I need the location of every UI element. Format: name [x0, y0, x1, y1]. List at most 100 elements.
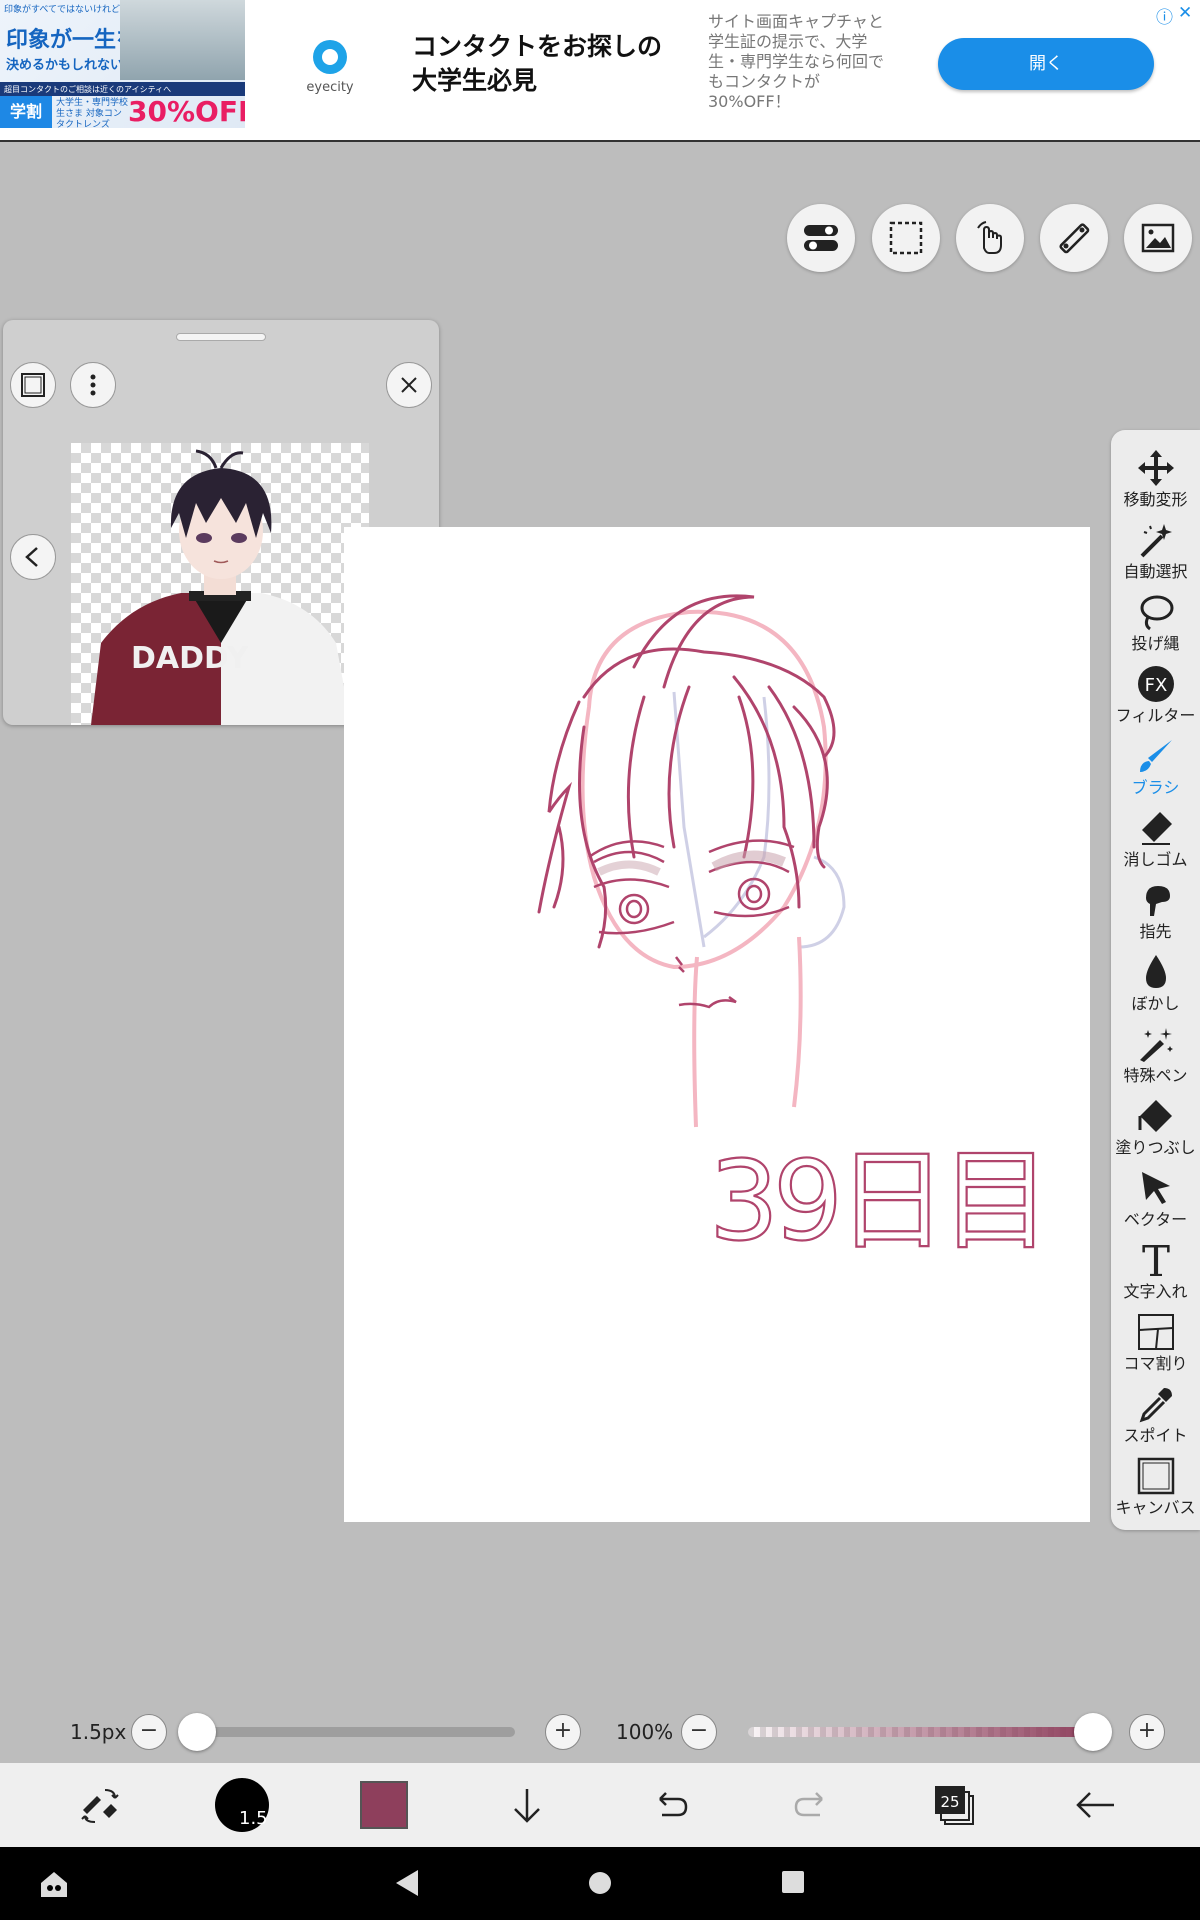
- brush-size-badge: 1.5: [239, 1808, 268, 1829]
- close-icon: [401, 377, 417, 393]
- opacity-track[interactable]: [748, 1727, 1093, 1737]
- pen-eraser-swap-button[interactable]: [70, 1775, 130, 1835]
- hand-tool-button[interactable]: [956, 204, 1024, 272]
- tool-canvas[interactable]: キャンバス: [1111, 1454, 1200, 1526]
- tool-label: 自動選択: [1123, 562, 1188, 581]
- arrow-left-icon: [1076, 1792, 1114, 1818]
- nav-home-icon[interactable]: [584, 1867, 616, 1899]
- brush-size-slider-row: 1.5px − +: [0, 1712, 600, 1752]
- ruler-button[interactable]: [1040, 204, 1108, 272]
- ad-headline: コンタクトをお探しの大学生必見: [412, 32, 663, 95]
- tool-eraser[interactable]: 消しゴム: [1111, 806, 1200, 878]
- eraser-icon: [1141, 812, 1172, 845]
- tool-vector[interactable]: ベクター: [1111, 1166, 1200, 1238]
- brush-size-minus-button[interactable]: −: [131, 1714, 167, 1750]
- pen-eraser-swap-icon: [81, 1789, 119, 1823]
- nav-recents-icon[interactable]: [778, 1867, 808, 1897]
- opacity-thumb[interactable]: [1074, 1713, 1112, 1751]
- nav-back-icon[interactable]: [392, 1867, 422, 1899]
- tool-sidebar: 移動変形 自動選択 投げ縄 FX フィルター ブラシ 消しゴム 指先 ぼかし 特…: [1111, 430, 1200, 1530]
- toggle-settings-button[interactable]: [787, 204, 855, 272]
- ad-info-icon[interactable]: ⓘ: [1156, 3, 1173, 28]
- ad-banner[interactable]: 印象がすべてではないけれど 印象が一生を 決めるかもしれない日に 超目コンタクト…: [0, 0, 1200, 142]
- opacity-value: 100%: [616, 1720, 674, 1744]
- tool-eyedropper[interactable]: スポイト: [1111, 1382, 1200, 1454]
- tool-fill[interactable]: 塗りつぶし: [1111, 1094, 1200, 1166]
- tool-label: ぼかし: [1131, 994, 1180, 1013]
- ad-close-icon[interactable]: ✕: [1178, 3, 1192, 23]
- tool-label: 消しゴム: [1123, 850, 1188, 869]
- tool-text[interactable]: T 文字入れ: [1111, 1238, 1200, 1310]
- tool-label: 投げ縄: [1131, 634, 1180, 653]
- special-pen-icon: [1139, 1028, 1173, 1062]
- tool-special-pen[interactable]: 特殊ペン: [1111, 1022, 1200, 1094]
- layers-icon: 25: [935, 1786, 974, 1825]
- tool-panel-divide[interactable]: コマ割り: [1111, 1310, 1200, 1382]
- ad-brand-logo: eyecity: [300, 40, 360, 95]
- brush-size-value: 1.5px: [70, 1720, 127, 1744]
- lasso-icon: [1140, 595, 1173, 631]
- back-button[interactable]: [1066, 1775, 1126, 1835]
- reference-frame-button[interactable]: [10, 362, 56, 408]
- tool-lasso[interactable]: 投げ縄: [1111, 590, 1200, 662]
- tool-brush[interactable]: ブラシ: [1111, 734, 1200, 806]
- move-icon: [1137, 450, 1174, 486]
- opacity-slider-row: 100% − +: [600, 1712, 1200, 1752]
- download-button[interactable]: [497, 1775, 557, 1835]
- reference-close-button[interactable]: [386, 362, 432, 408]
- system-navigation-bar: [0, 1847, 1200, 1920]
- finger-icon: [1145, 886, 1170, 916]
- tool-label: スポイト: [1123, 1426, 1188, 1445]
- canvas-drawing: 39日目: [537, 594, 1052, 1266]
- arrow-down-icon: [514, 1789, 540, 1823]
- tool-label: コマ割り: [1123, 1354, 1188, 1373]
- tool-finger[interactable]: 指先: [1111, 878, 1200, 950]
- redo-button[interactable]: [782, 1775, 842, 1835]
- text-tool-glyph: T: [1141, 1240, 1169, 1280]
- image-icon: [1141, 223, 1175, 253]
- bottom-toolbar: 1.5 25: [0, 1763, 1200, 1847]
- tool-label: 移動変形: [1123, 490, 1188, 509]
- brush-size-button[interactable]: 1.5: [212, 1775, 272, 1835]
- undo-icon: [659, 1792, 688, 1817]
- tool-filter[interactable]: FX フィルター: [1111, 662, 1200, 734]
- ad-image-strip: 超目コンタクトのご相談は近くのアイシティへ: [0, 82, 245, 96]
- app-home-icon[interactable]: [38, 1869, 70, 1899]
- fx-text: FX: [1144, 675, 1167, 696]
- brush-size-thumb[interactable]: [177, 1713, 216, 1751]
- ad-brand-name: eyecity: [306, 80, 354, 95]
- reference-prev-button[interactable]: [10, 534, 56, 580]
- ruler-icon: [1059, 223, 1090, 254]
- selection-button[interactable]: [872, 204, 940, 272]
- reference-menu-button[interactable]: [70, 362, 116, 408]
- ad-image[interactable]: 印象がすべてではないけれど 印象が一生を 決めるかもしれない日に 超目コンタクト…: [0, 0, 245, 128]
- reference-image: DADDY: [71, 443, 369, 725]
- undo-button[interactable]: [640, 1775, 700, 1835]
- color-button[interactable]: [354, 1775, 414, 1835]
- dashed-selection-icon: [889, 221, 923, 255]
- tool-label: 特殊ペン: [1123, 1066, 1188, 1085]
- blur-drop-icon: [1145, 955, 1166, 988]
- layers-button[interactable]: 25: [924, 1775, 984, 1835]
- ad-image-badge: 学割: [0, 96, 52, 128]
- opacity-plus-button[interactable]: +: [1129, 1714, 1165, 1750]
- tool-blur[interactable]: ぼかし: [1111, 950, 1200, 1022]
- tool-move-transform[interactable]: 移動変形: [1111, 446, 1200, 518]
- brush-size-track[interactable]: [190, 1727, 515, 1737]
- eyedropper-icon: [1139, 1388, 1172, 1423]
- ad-image-headline: 印象が一生を: [6, 28, 139, 53]
- ad-image-small: 大学生・専門学校生さま 対象コンタクトレンズ: [56, 98, 129, 128]
- chevron-left-icon: [25, 547, 38, 567]
- tool-auto-select[interactable]: 自動選択: [1111, 518, 1200, 590]
- text-icon: T: [1141, 1240, 1169, 1280]
- opacity-minus-button[interactable]: −: [681, 1714, 717, 1750]
- reference-panel-drag-handle[interactable]: [176, 333, 266, 341]
- tool-label: ブラシ: [1131, 778, 1180, 797]
- ad-open-button[interactable]: 開く: [938, 38, 1154, 90]
- image-button[interactable]: [1124, 204, 1192, 272]
- fx-icon: FX: [1137, 666, 1174, 702]
- tool-label: 指先: [1139, 922, 1172, 941]
- drawing-canvas[interactable]: 39日目: [344, 527, 1090, 1522]
- canvas-icon: [1137, 1457, 1174, 1495]
- brush-size-plus-button[interactable]: +: [545, 1714, 581, 1750]
